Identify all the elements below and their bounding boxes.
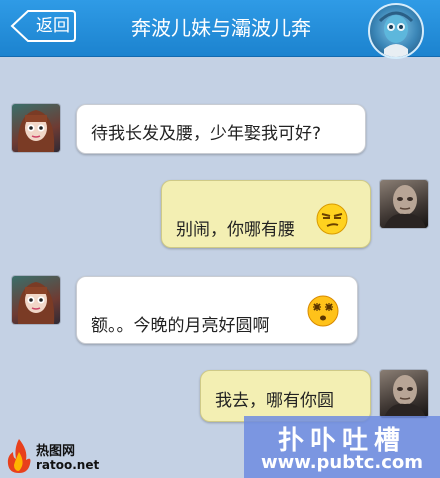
message-bubble-sent[interactable]: 我去，哪有你圆 — [200, 370, 371, 422]
message-bubble-sent[interactable]: 别闹，你哪有腰 — [161, 180, 371, 248]
girl-avatar-image — [17, 110, 55, 152]
message-text: 待我长发及腰，少年娶我可好? — [91, 124, 322, 144]
watermark-ratoo: 热图网 ratoo.net — [6, 436, 101, 476]
contact-avatar-image — [378, 11, 414, 57]
message-bubble-received[interactable]: 待我长发及腰，少年娶我可好? — [76, 104, 366, 154]
chat-title: 奔波儿妹与灞波儿奔 — [131, 16, 311, 40]
back-button-label: 返回 — [36, 16, 70, 36]
message-bubble-received[interactable]: 额。。今晚的月亮好圆啊 — [76, 276, 358, 344]
contact-avatar[interactable] — [368, 3, 424, 59]
message-text: 别闹，你哪有腰 — [176, 220, 295, 240]
man-avatar-image — [384, 185, 426, 228]
watermark-pubtc-url: www.pubtc.com — [260, 452, 424, 473]
top-bar: 返回 奔波儿妹与灞波儿奔 — [0, 0, 440, 59]
watermark-ratoo-url: ratoo.net — [36, 458, 100, 472]
smug-emoji-icon — [316, 203, 348, 235]
flame-logo-icon — [7, 439, 31, 473]
dizzy-emoji-icon — [307, 295, 339, 327]
own-avatar[interactable] — [380, 370, 428, 418]
watermark-ratoo-name: 热图网 — [36, 444, 76, 459]
message-text: 我去，哪有你圆 — [215, 391, 334, 411]
message-text: 额。。今晚的月亮好圆啊 — [91, 316, 270, 336]
sender-avatar[interactable] — [12, 104, 60, 152]
man-avatar-image — [384, 375, 426, 418]
back-button[interactable]: 返回 — [10, 10, 76, 42]
sender-avatar[interactable] — [12, 276, 60, 324]
own-avatar[interactable] — [380, 180, 428, 228]
watermark-pubtc: 扑卟吐槽 www.pubtc.com — [244, 416, 440, 478]
girl-avatar-image — [17, 282, 55, 324]
